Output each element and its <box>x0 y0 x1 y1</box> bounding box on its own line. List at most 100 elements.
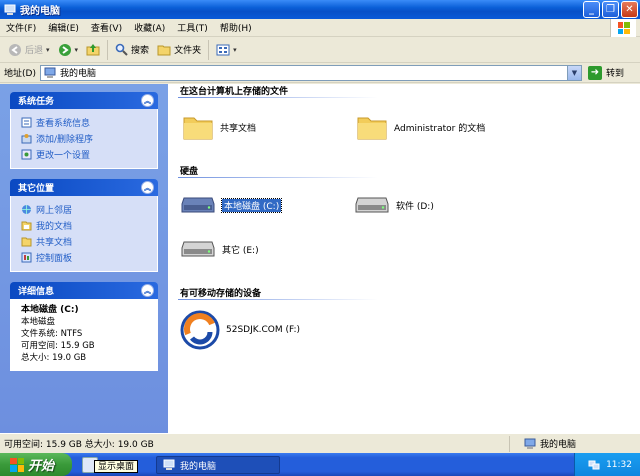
search-icon <box>115 43 128 56</box>
system-info-icon <box>21 117 32 127</box>
chevron-down-icon: ▾ <box>74 45 79 54</box>
menu-bar: 文件(F) 编辑(E) 查看(V) 收藏(A) 工具(T) 帮助(H) <box>0 19 640 37</box>
network-places-icon <box>22 204 31 214</box>
folder-icon <box>183 117 213 140</box>
minimize-button[interactable]: _ <box>583 1 600 18</box>
collapse-chevron-icon[interactable]: ︽ <box>141 94 154 107</box>
shared-documents-item[interactable]: 共享文档 <box>182 112 256 142</box>
taskbar-item-my-computer[interactable]: 我的电脑 <box>156 456 280 474</box>
drive-c-item[interactable]: 本地磁盘 (C:) <box>180 194 283 216</box>
status-text: 可用空间: 15.9 GB 总大小: 19.0 GB <box>0 435 510 452</box>
link-view-system-info[interactable]: 查看系统信息 <box>21 114 149 130</box>
taskbar-item-label: 我的电脑 <box>180 461 217 472</box>
hard-drive-icon <box>181 197 215 213</box>
link-shared-documents[interactable]: 共享文档 <box>21 233 149 249</box>
drive-f-item[interactable]: 52SDJK.COM (F:) <box>180 310 300 350</box>
start-button[interactable]: 开始 <box>0 453 72 476</box>
link-network-places[interactable]: 网上邻居 <box>21 201 149 217</box>
group-divider <box>178 299 378 300</box>
menu-file[interactable]: 文件(F) <box>0 21 42 34</box>
admin-documents-item[interactable]: Administrator 的文档 <box>356 112 485 142</box>
folder-icon <box>157 45 171 55</box>
tooltip: 显示桌面 <box>94 460 139 473</box>
group-title-removable: 有可移动存储的设备 <box>180 289 262 299</box>
status-zone: 我的电脑 <box>510 437 576 450</box>
details-body: 本地磁盘 (C:) 本地磁盘 文件系统: NTFS 可用空间: 15.9 GB … <box>10 299 158 371</box>
details-title: 详细信息 <box>18 287 55 297</box>
other-places-title: 其它位置 <box>18 184 55 194</box>
status-zone-label: 我的电脑 <box>540 440 577 450</box>
go-button[interactable]: ➜ 转到 <box>587 65 624 80</box>
go-label: 转到 <box>605 69 624 79</box>
toolbar: 后退 ▾ ▾ 搜索 文件夹 ▾ <box>0 37 640 63</box>
chevron-down-icon: ▾ <box>233 45 237 54</box>
close-button[interactable]: ✕ <box>621 1 638 18</box>
up-folder-button[interactable] <box>82 39 104 61</box>
address-bar: 地址(D) 我的电脑 ▼ ➜ 转到 <box>0 63 640 83</box>
hard-drive-icon <box>181 241 215 257</box>
link-change-setting[interactable]: 更改一个设置 <box>21 146 149 162</box>
window-title: 我的电脑 <box>20 6 60 17</box>
address-dropdown-button[interactable]: ▼ <box>566 65 581 80</box>
collapse-chevron-icon[interactable]: ︽ <box>141 181 154 194</box>
my-computer-icon <box>163 459 175 470</box>
link-label: 共享文档 <box>36 237 73 248</box>
status-bar: 可用空间: 15.9 GB 总大小: 19.0 GB 我的电脑 <box>0 433 640 453</box>
menu-favorites[interactable]: 收藏(A) <box>128 21 171 34</box>
address-value: 我的电脑 <box>59 69 96 79</box>
folders-button[interactable]: 文件夹 <box>153 39 205 61</box>
details-free-space: 可用空间: 15.9 GB <box>21 341 95 351</box>
details-panel: 详细信息 ︽ 本地磁盘 (C:) 本地磁盘 文件系统: NTFS 可用空间: 1… <box>10 282 158 371</box>
item-label: 其它 (E:) <box>222 245 259 256</box>
toolbar-separator <box>208 39 210 60</box>
my-documents-icon <box>21 221 32 230</box>
clock[interactable]: 11:32 <box>606 460 632 470</box>
item-label: 软件 (D:) <box>396 201 434 212</box>
other-places-header[interactable]: 其它位置 ︽ <box>10 179 158 196</box>
menu-help[interactable]: 帮助(H) <box>214 21 258 34</box>
system-tasks-header[interactable]: 系统任务 ︽ <box>10 92 158 109</box>
link-add-remove-programs[interactable]: 添加/删除程序 <box>21 130 149 146</box>
search-button[interactable]: 搜索 <box>111 39 153 61</box>
system-tasks-panel: 系统任务 ︽ 查看系统信息 添加/删除程序 更改一个设置 <box>10 92 158 169</box>
menu-view[interactable]: 查看(V) <box>85 21 128 34</box>
windows-logo-icon <box>610 19 636 37</box>
back-button[interactable]: 后退 ▾ <box>4 39 54 61</box>
group-divider <box>178 177 378 178</box>
other-places-panel: 其它位置 ︽ 网上邻居 我的文档 共享文档 控制面板 <box>10 179 158 272</box>
folder-icon <box>357 117 387 140</box>
link-control-panel[interactable]: 控制面板 <box>21 249 149 265</box>
drive-e-item[interactable]: 其它 (E:) <box>180 238 259 260</box>
removable-drive-logo-icon <box>180 310 220 350</box>
forward-arrow-icon <box>58 43 71 56</box>
toolbar-separator <box>107 39 109 60</box>
views-icon <box>216 44 230 55</box>
group-title-hard-drives: 硬盘 <box>180 167 199 177</box>
views-button[interactable]: ▾ <box>212 39 241 61</box>
collapse-chevron-icon[interactable]: ︽ <box>141 284 154 297</box>
restore-button[interactable]: ❐ <box>602 1 619 18</box>
link-label: 网上邻居 <box>36 205 73 216</box>
details-file-system: 文件系统: NTFS <box>21 329 83 339</box>
link-my-documents[interactable]: 我的文档 <box>21 217 149 233</box>
group-title-stored-files: 在这台计算机上存储的文件 <box>180 87 289 97</box>
forward-button[interactable]: ▾ <box>54 39 83 61</box>
address-label: 地址(D) <box>4 69 36 79</box>
address-input[interactable]: 我的电脑 ▼ <box>39 64 582 81</box>
details-item-type: 本地磁盘 <box>21 317 56 327</box>
item-label: 共享文档 <box>220 123 257 134</box>
title-bar[interactable]: 我的电脑 _ ❐ ✕ <box>0 0 640 19</box>
network-icon[interactable] <box>588 459 600 471</box>
item-label: 52SDJK.COM (F:) <box>226 325 301 335</box>
drive-d-item[interactable]: 软件 (D:) <box>354 194 434 216</box>
details-header[interactable]: 详细信息 ︽ <box>10 282 158 299</box>
menu-edit[interactable]: 编辑(E) <box>42 21 85 34</box>
other-places-body: 网上邻居 我的文档 共享文档 控制面板 <box>10 196 158 272</box>
hard-drive-icon <box>355 197 389 213</box>
chevron-down-icon: ▾ <box>46 45 50 54</box>
menu-tools[interactable]: 工具(T) <box>171 21 214 34</box>
file-list[interactable]: 在这台计算机上存储的文件 共享文档 Administrator 的文档 硬盘 本… <box>168 84 640 433</box>
folders-label: 文件夹 <box>174 46 202 56</box>
item-label: Administrator 的文档 <box>394 123 486 134</box>
control-panel-icon <box>21 252 32 262</box>
